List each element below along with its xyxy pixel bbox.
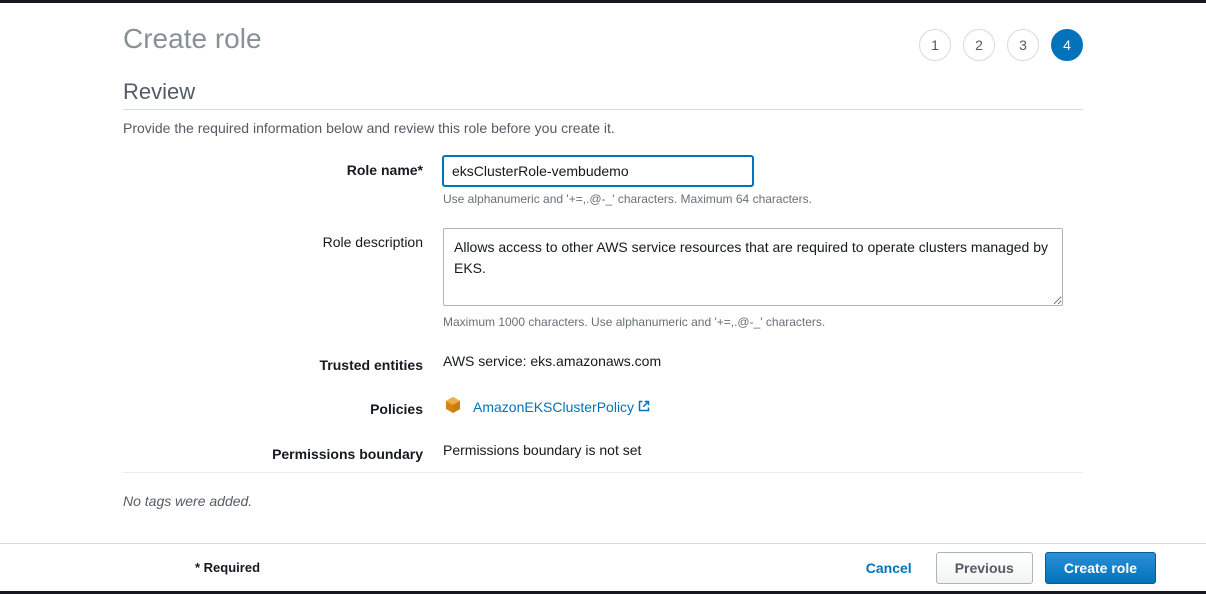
wizard-steps: 1 2 3 4	[919, 23, 1083, 61]
permissions-boundary-row: Permissions boundary Permissions boundar…	[123, 440, 1083, 462]
create-role-button[interactable]: Create role	[1045, 552, 1156, 584]
previous-button[interactable]: Previous	[936, 552, 1033, 584]
footer-bar: * Required Cancel Previous Create role	[0, 543, 1206, 591]
policies-row: Policies AmazonEKSClusterPolicy	[123, 395, 1083, 418]
no-tags-text: No tags were added.	[123, 493, 1083, 509]
permissions-boundary-value: Permissions boundary is not set	[443, 440, 1063, 458]
step-4[interactable]: 4	[1051, 29, 1083, 61]
role-description-row: Role description Maximum 1000 characters…	[123, 228, 1083, 329]
footer-buttons: Cancel Previous Create role	[854, 552, 1156, 584]
policy-link[interactable]: AmazonEKSClusterPolicy	[473, 399, 650, 415]
page-title: Create role	[123, 23, 262, 55]
step-1[interactable]: 1	[919, 29, 951, 61]
section-description: Provide the required information below a…	[123, 120, 1083, 136]
step-2[interactable]: 2	[963, 29, 995, 61]
trusted-entities-value: AWS service: eks.amazonaws.com	[443, 351, 1063, 369]
header-row: Create role 1 2 3 4	[123, 23, 1083, 61]
role-name-label: Role name*	[123, 156, 443, 206]
policy-icon	[443, 395, 463, 418]
permissions-boundary-label: Permissions boundary	[123, 440, 443, 462]
required-note: * Required	[195, 560, 260, 575]
role-description-help: Maximum 1000 characters. Use alphanumeri…	[443, 315, 1063, 329]
trusted-entities-label: Trusted entities	[123, 351, 443, 373]
role-description-label: Role description	[123, 228, 443, 329]
policies-label: Policies	[123, 395, 443, 418]
divider	[123, 472, 1083, 473]
role-description-textarea[interactable]	[443, 228, 1063, 306]
role-name-help: Use alphanumeric and '+=,.@-_' character…	[443, 192, 1063, 206]
trusted-entities-row: Trusted entities AWS service: eks.amazon…	[123, 351, 1083, 373]
role-name-row: Role name* Use alphanumeric and '+=,.@-_…	[123, 156, 1083, 206]
role-name-input[interactable]	[443, 156, 753, 186]
policy-name: AmazonEKSClusterPolicy	[473, 399, 634, 415]
section-title: Review	[123, 79, 1083, 110]
external-link-icon	[638, 399, 650, 415]
main-container: Create role 1 2 3 4 Review Provide the r…	[123, 3, 1083, 509]
cancel-button[interactable]: Cancel	[854, 553, 924, 583]
step-3[interactable]: 3	[1007, 29, 1039, 61]
